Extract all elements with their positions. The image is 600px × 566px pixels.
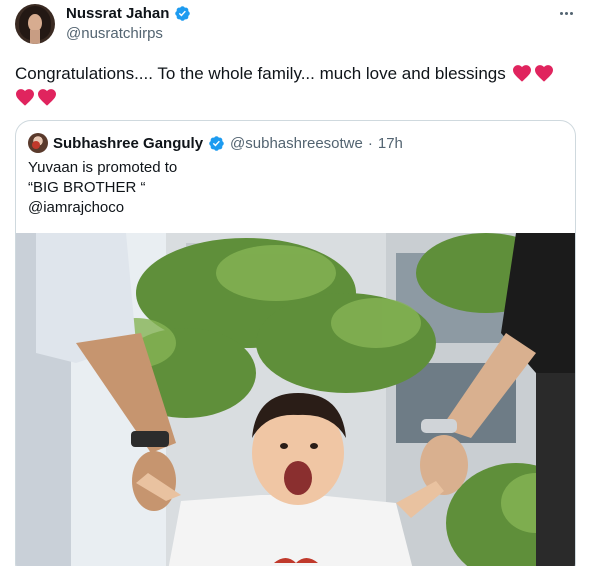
author-handle[interactable]: @nusratchirps: [66, 25, 163, 42]
photo-child-holding-hands: [16, 233, 575, 566]
quoted-text-line: @iamrajchoco: [28, 199, 125, 216]
more-options-icon[interactable]: [555, 2, 577, 24]
red-heart-icon: [16, 89, 34, 106]
separator-dot: ·: [367, 134, 373, 152]
tweet: Nussrat Jahan @nusratchirps Congratulati…: [0, 0, 600, 566]
author-display-name[interactable]: Nussrat Jahan: [66, 5, 169, 22]
tweet-text-body: Congratulations.... To the whole family.…: [15, 64, 506, 83]
red-heart-icon: [38, 89, 56, 106]
author-name-row: Nussrat Jahan: [66, 5, 191, 22]
quoted-tweet-text: Yuvaan is promoted to “BIG BROTHER “ @ia…: [28, 158, 177, 218]
quoted-author-avatar[interactable]: [28, 133, 48, 153]
red-heart-icon: [535, 65, 554, 82]
quoted-text-line: Yuvaan is promoted to: [28, 159, 178, 176]
tweet-text: Congratulations.... To the whole family.…: [15, 62, 575, 110]
verified-badge-icon: [209, 135, 224, 151]
author-avatar[interactable]: [15, 4, 55, 44]
red-heart-icon: [513, 65, 532, 82]
quoted-tweet-time[interactable]: 17h: [378, 135, 403, 152]
verified-badge-icon: [175, 6, 191, 21]
quoted-tweet-header: Subhashree Ganguly @subhashreesotwe · 17…: [28, 133, 403, 153]
quoted-text-line: “BIG BROTHER “: [28, 179, 146, 196]
quoted-author-display-name[interactable]: Subhashree Ganguly: [53, 135, 203, 152]
quoted-tweet-card[interactable]: Subhashree Ganguly @subhashreesotwe · 17…: [15, 120, 576, 566]
quoted-author-handle[interactable]: @subhashreesotwe: [230, 135, 363, 152]
quoted-tweet-photo[interactable]: [16, 233, 575, 566]
